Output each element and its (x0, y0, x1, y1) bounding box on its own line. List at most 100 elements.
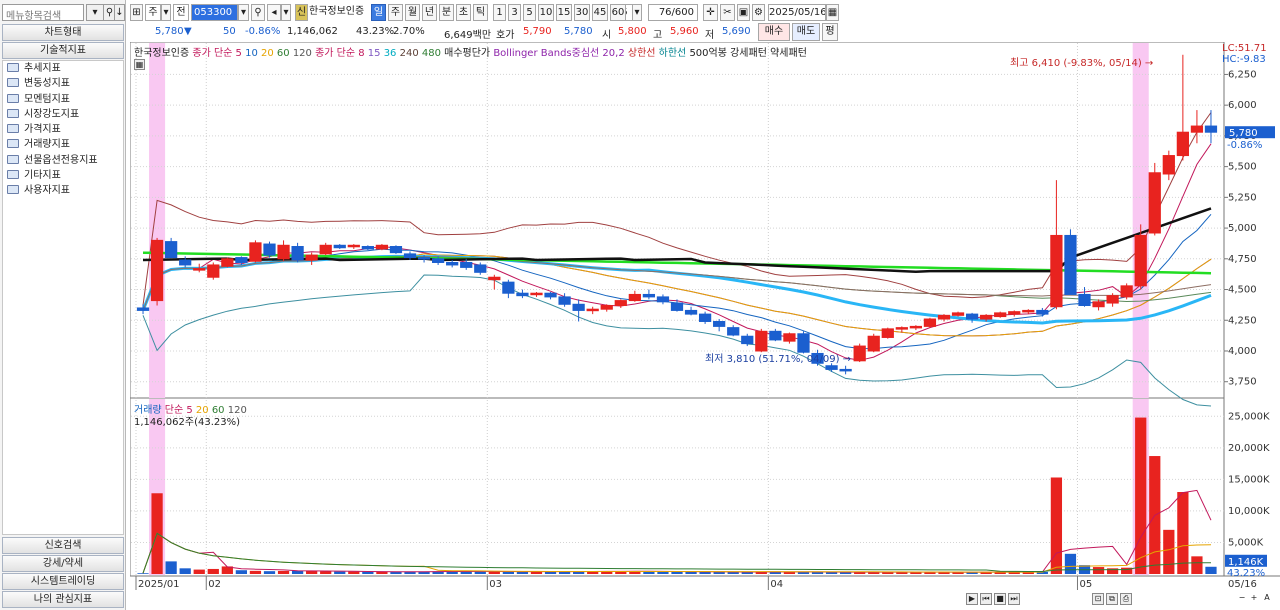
interval-button[interactable]: 10 (538, 4, 554, 21)
interval-button[interactable]: 3 (508, 4, 521, 21)
stop-icon[interactable]: ■ (994, 593, 1006, 605)
candle-body[interactable] (980, 314, 993, 320)
volume-bar[interactable] (840, 572, 852, 574)
chart-type-button[interactable]: 차트형태 (2, 24, 124, 41)
interval-button[interactable]: 45 (592, 4, 608, 21)
eval-button[interactable]: 평 (822, 23, 838, 41)
volume-bar[interactable] (1177, 492, 1189, 574)
candle-body[interactable] (1162, 155, 1175, 175)
indicator-category[interactable]: 변동성지표 (3, 76, 123, 91)
volume-bar[interactable] (277, 570, 290, 574)
chart-area[interactable]: 6,2506,0005,7505,5005,2505,0004,7504,500… (130, 42, 1280, 597)
indicator-category[interactable]: 시장강도지표 (3, 107, 123, 122)
candle-body[interactable] (488, 276, 501, 281)
candle-body[interactable] (150, 239, 164, 302)
menu-search-input[interactable]: 메뉴항목검색 (2, 4, 84, 21)
period-button[interactable]: 초 (456, 4, 471, 21)
candle-body[interactable] (530, 292, 543, 296)
candle-body[interactable] (516, 292, 529, 297)
candle-body[interactable] (1190, 125, 1204, 133)
volume-bar[interactable] (362, 571, 374, 574)
first-icon[interactable]: ⏮ (980, 593, 992, 605)
candle-body[interactable] (839, 368, 852, 372)
candle-body[interactable] (1092, 301, 1105, 308)
sound-dropdown-icon[interactable]: ▾ (281, 4, 291, 21)
indicator-category[interactable]: 선물옵션전용지표 (3, 153, 123, 168)
candle-body[interactable] (1134, 234, 1147, 287)
candle-body[interactable] (741, 335, 754, 345)
candle-body[interactable] (1120, 285, 1133, 298)
volume-bar[interactable] (193, 569, 205, 574)
candle-body[interactable] (614, 300, 627, 307)
candle-body[interactable] (544, 292, 557, 298)
interval-dropdown-icon[interactable]: ▾ (632, 4, 642, 21)
candle-body[interactable] (769, 330, 782, 341)
scissors-icon[interactable]: ✂ (720, 4, 735, 21)
candle-body[interactable] (909, 325, 923, 329)
volume-bar[interactable] (699, 571, 711, 574)
candle-body[interactable] (1050, 234, 1063, 308)
layout-icon[interactable]: ⊡ (1092, 593, 1104, 605)
print-icon[interactable]: ⎙ (1120, 593, 1132, 605)
volume-bar[interactable] (334, 571, 346, 574)
interval-button[interactable]: 5 (523, 4, 536, 21)
candle-body[interactable] (1176, 131, 1189, 157)
candle-body[interactable] (165, 241, 178, 259)
calendar-icon[interactable]: ▦ (826, 4, 839, 21)
volume-bar[interactable] (1064, 553, 1077, 574)
candle-body[interactable] (1022, 309, 1035, 313)
grid-toggle-icon[interactable]: ▦ (134, 59, 145, 70)
volume-bar[interactable] (1205, 566, 1217, 574)
font-size-icon[interactable]: A (1261, 593, 1273, 605)
indicator-category[interactable]: 추세지표 (3, 61, 123, 76)
candle-body[interactable] (291, 246, 304, 261)
my-favorite-indicator-button[interactable]: 나의 관심지표 (2, 591, 124, 608)
volume-bar[interactable] (263, 571, 276, 574)
candle-body[interactable] (586, 308, 599, 312)
candle-body[interactable] (347, 244, 360, 248)
strength-weakness-button[interactable]: 강세/약세 (2, 555, 124, 572)
candle-body[interactable] (403, 253, 417, 259)
candle-body[interactable] (628, 293, 641, 302)
candle-body[interactable] (994, 312, 1007, 318)
candle-body[interactable] (249, 242, 262, 262)
chart-style-icon[interactable]: ⊞ (130, 4, 143, 21)
volume-bar[interactable] (235, 570, 248, 574)
period-button[interactable]: 주 (388, 4, 403, 21)
candle-body[interactable] (179, 259, 192, 266)
prev-mode[interactable]: 전 (173, 4, 189, 21)
period-button[interactable]: 일 (371, 4, 386, 21)
candle-body[interactable] (193, 268, 206, 271)
candle-body[interactable] (460, 261, 473, 268)
candle-body[interactable] (1036, 309, 1049, 315)
candle-body[interactable] (502, 281, 515, 294)
system-trading-button[interactable]: 시스템트레이딩 (2, 573, 124, 590)
candle-body[interactable] (1064, 234, 1077, 295)
period-button[interactable]: 년 (422, 4, 437, 21)
volume-bar[interactable] (671, 571, 683, 574)
candle-body[interactable] (1078, 293, 1091, 307)
mode-select[interactable]: 주 (145, 4, 161, 21)
volume-bar[interactable] (320, 571, 332, 574)
candle-body[interactable] (207, 264, 220, 278)
volume-bar[interactable] (249, 570, 262, 574)
dropdown-icon[interactable]: ▾ (86, 4, 104, 21)
copy-icon[interactable]: ⧉ (1106, 593, 1118, 605)
indicator-category[interactable]: 거래량지표 (3, 137, 123, 152)
candle-body[interactable] (797, 333, 810, 353)
candle-body[interactable] (642, 293, 656, 298)
settings-icon[interactable]: ⚙ (752, 4, 765, 21)
sound-icon[interactable]: ◂ (267, 4, 281, 21)
candle-body[interactable] (867, 335, 880, 352)
save-icon[interactable]: ▣ (737, 4, 750, 21)
volume-bar[interactable] (179, 568, 191, 574)
candle-body[interactable] (277, 244, 290, 260)
bar-count-input[interactable]: 76/600 (648, 4, 698, 21)
indicator-category[interactable]: 모멘텀지표 (3, 92, 123, 107)
date-input[interactable]: 2025/05/16 (768, 4, 826, 21)
volume-bar[interactable] (1163, 529, 1175, 574)
volume-bar[interactable] (685, 571, 697, 574)
search-icon[interactable]: ⚲ (251, 4, 265, 21)
interval-button[interactable]: 60 (610, 4, 626, 21)
interval-button[interactable]: 30 (574, 4, 590, 21)
